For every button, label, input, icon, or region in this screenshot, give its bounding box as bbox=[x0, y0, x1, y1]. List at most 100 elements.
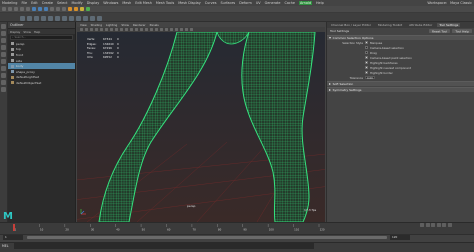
option-checkbox[interactable] bbox=[365, 46, 368, 49]
outliner-search-input[interactable]: Search... bbox=[14, 36, 25, 39]
paint-select-icon[interactable] bbox=[1, 38, 6, 43]
ambient-occlusion-icon[interactable] bbox=[169, 27, 174, 32]
plane-icon[interactable] bbox=[48, 16, 53, 21]
current-frame-marker[interactable] bbox=[13, 224, 15, 231]
outliner-item[interactable]: defaultObjectSet bbox=[8, 80, 75, 86]
extrude-icon[interactable] bbox=[76, 16, 81, 21]
wireframe-on-shaded-icon[interactable] bbox=[139, 27, 144, 32]
new-scene-icon[interactable] bbox=[2, 7, 6, 11]
menu-item-arnold[interactable]: Arnold bbox=[299, 1, 312, 5]
menu-item-display[interactable]: Display bbox=[87, 1, 100, 5]
bridge-icon[interactable] bbox=[90, 16, 95, 21]
multi-cut-icon[interactable] bbox=[97, 16, 102, 21]
menu-item-uv[interactable]: UV bbox=[256, 1, 261, 5]
menu-item-create[interactable]: Create bbox=[42, 1, 53, 5]
scale-tool-icon[interactable] bbox=[1, 59, 6, 64]
textured-icon[interactable] bbox=[144, 27, 149, 32]
cylinder-icon[interactable] bbox=[34, 16, 39, 21]
single-layout-icon[interactable] bbox=[1, 73, 6, 78]
tool-help-button[interactable]: Tool Help bbox=[452, 28, 472, 34]
menu-item-modeling[interactable]: Modeling bbox=[2, 1, 17, 5]
ipr-render-icon[interactable] bbox=[74, 7, 78, 11]
isolate-select-icon[interactable] bbox=[164, 27, 169, 32]
sphere-icon[interactable] bbox=[20, 16, 25, 21]
shadows-icon[interactable] bbox=[154, 27, 159, 32]
smooth-shade-icon[interactable] bbox=[134, 27, 139, 32]
option-checkbox[interactable] bbox=[365, 66, 368, 69]
frame-soft-selection[interactable]: Soft Selection bbox=[327, 81, 474, 86]
step-forward-icon[interactable] bbox=[442, 223, 447, 227]
last-tool-icon[interactable] bbox=[1, 66, 6, 71]
option-checkbox[interactable] bbox=[365, 41, 368, 44]
option-checkbox[interactable] bbox=[365, 61, 368, 64]
range-slider[interactable] bbox=[27, 236, 387, 239]
cone-icon[interactable] bbox=[41, 16, 46, 21]
bevel-icon[interactable] bbox=[83, 16, 88, 21]
tab-channel-box-layer-editor[interactable]: Channel Box / Layer Editor bbox=[329, 23, 373, 27]
snap-grid-icon[interactable] bbox=[50, 7, 54, 11]
image-plane-icon[interactable] bbox=[94, 27, 99, 32]
play-forward-icon[interactable] bbox=[436, 223, 441, 227]
menu-item-mesh-display[interactable]: Mesh Display bbox=[178, 1, 201, 5]
move-tool-icon[interactable] bbox=[1, 45, 6, 50]
combine-icon[interactable] bbox=[62, 16, 67, 21]
tab-attribute-editor[interactable]: Attribute Editor bbox=[407, 23, 434, 27]
viewport-menu-renderer[interactable]: Renderer bbox=[133, 23, 146, 27]
menu-item-edit-mesh[interactable]: Edit Mesh bbox=[135, 1, 152, 5]
film-gate-icon[interactable] bbox=[104, 27, 109, 32]
menu-item-curves[interactable]: Curves bbox=[205, 1, 217, 5]
wireframe-icon[interactable] bbox=[129, 27, 134, 32]
option-checkbox[interactable] bbox=[365, 71, 368, 74]
resolution-gate-icon[interactable] bbox=[109, 27, 114, 32]
render-icon[interactable] bbox=[68, 7, 72, 11]
select-by-object-icon[interactable] bbox=[38, 7, 42, 11]
outliner-menu-help[interactable]: Help bbox=[34, 30, 40, 34]
menu-item-surfaces[interactable]: Surfaces bbox=[221, 1, 236, 5]
xray-icon[interactable] bbox=[159, 27, 164, 32]
select-by-component-icon[interactable] bbox=[44, 7, 48, 11]
grid-icon[interactable] bbox=[99, 27, 104, 32]
option-checkbox[interactable] bbox=[365, 56, 368, 59]
camera-select-icon[interactable] bbox=[80, 27, 84, 32]
outliner-menu-display[interactable]: Display bbox=[10, 30, 20, 34]
snap-point-icon[interactable] bbox=[62, 7, 66, 11]
open-scene-icon[interactable] bbox=[8, 7, 12, 11]
lights-icon[interactable] bbox=[149, 27, 154, 32]
camera-attributes-icon[interactable] bbox=[84, 27, 89, 32]
rotate-tool-icon[interactable] bbox=[1, 52, 6, 57]
menu-item-edit[interactable]: Edit bbox=[31, 1, 38, 5]
gate-mask-icon[interactable] bbox=[114, 27, 119, 32]
snap-curve-icon[interactable] bbox=[56, 7, 60, 11]
viewport-panel[interactable]: View Shading Lighting Show Renderer Panels bbox=[77, 22, 325, 222]
go-to-start-icon[interactable] bbox=[420, 223, 424, 227]
outliner-search[interactable]: ⌕ Search... bbox=[10, 35, 73, 40]
tab-tool-settings[interactable]: Tool Settings bbox=[437, 23, 461, 27]
mel-input[interactable] bbox=[14, 243, 314, 249]
gamma-icon[interactable] bbox=[184, 27, 189, 32]
play-backward-icon[interactable] bbox=[431, 223, 436, 227]
field-chart-icon[interactable] bbox=[119, 27, 124, 32]
go-to-end-icon[interactable] bbox=[447, 223, 452, 227]
four-view-layout-icon[interactable] bbox=[1, 80, 6, 85]
select-by-hierarchy-icon[interactable] bbox=[32, 7, 36, 11]
tab-modeling-toolkit[interactable]: Modeling Toolkit bbox=[376, 23, 404, 27]
torus-icon[interactable] bbox=[55, 16, 60, 21]
save-scene-icon[interactable] bbox=[14, 7, 18, 11]
menu-item-mesh-tools[interactable]: Mesh Tools bbox=[156, 1, 174, 5]
tolerance-field[interactable]: 0.00 bbox=[365, 75, 375, 80]
reset-tool-button[interactable]: Reset Tool bbox=[429, 28, 451, 34]
separate-icon[interactable] bbox=[69, 16, 74, 21]
step-back-icon[interactable] bbox=[425, 223, 430, 227]
menu-item-modify[interactable]: Modify bbox=[71, 1, 82, 5]
viewport-scene[interactable] bbox=[77, 32, 325, 222]
cube-icon[interactable] bbox=[27, 16, 32, 21]
mel-label[interactable]: MEL bbox=[2, 244, 9, 248]
menu-item-select[interactable]: Select bbox=[57, 1, 67, 5]
menu-item-help[interactable]: Help bbox=[316, 1, 324, 5]
viewport-menu-show[interactable]: Show bbox=[121, 23, 129, 27]
viewport-menu-shading[interactable]: Shading bbox=[91, 23, 102, 27]
menu-item-file[interactable]: File bbox=[21, 1, 27, 5]
menu-item-mesh[interactable]: Mesh bbox=[122, 1, 131, 5]
undo-icon[interactable] bbox=[20, 7, 24, 11]
menu-item-generate[interactable]: Generate bbox=[265, 1, 281, 5]
